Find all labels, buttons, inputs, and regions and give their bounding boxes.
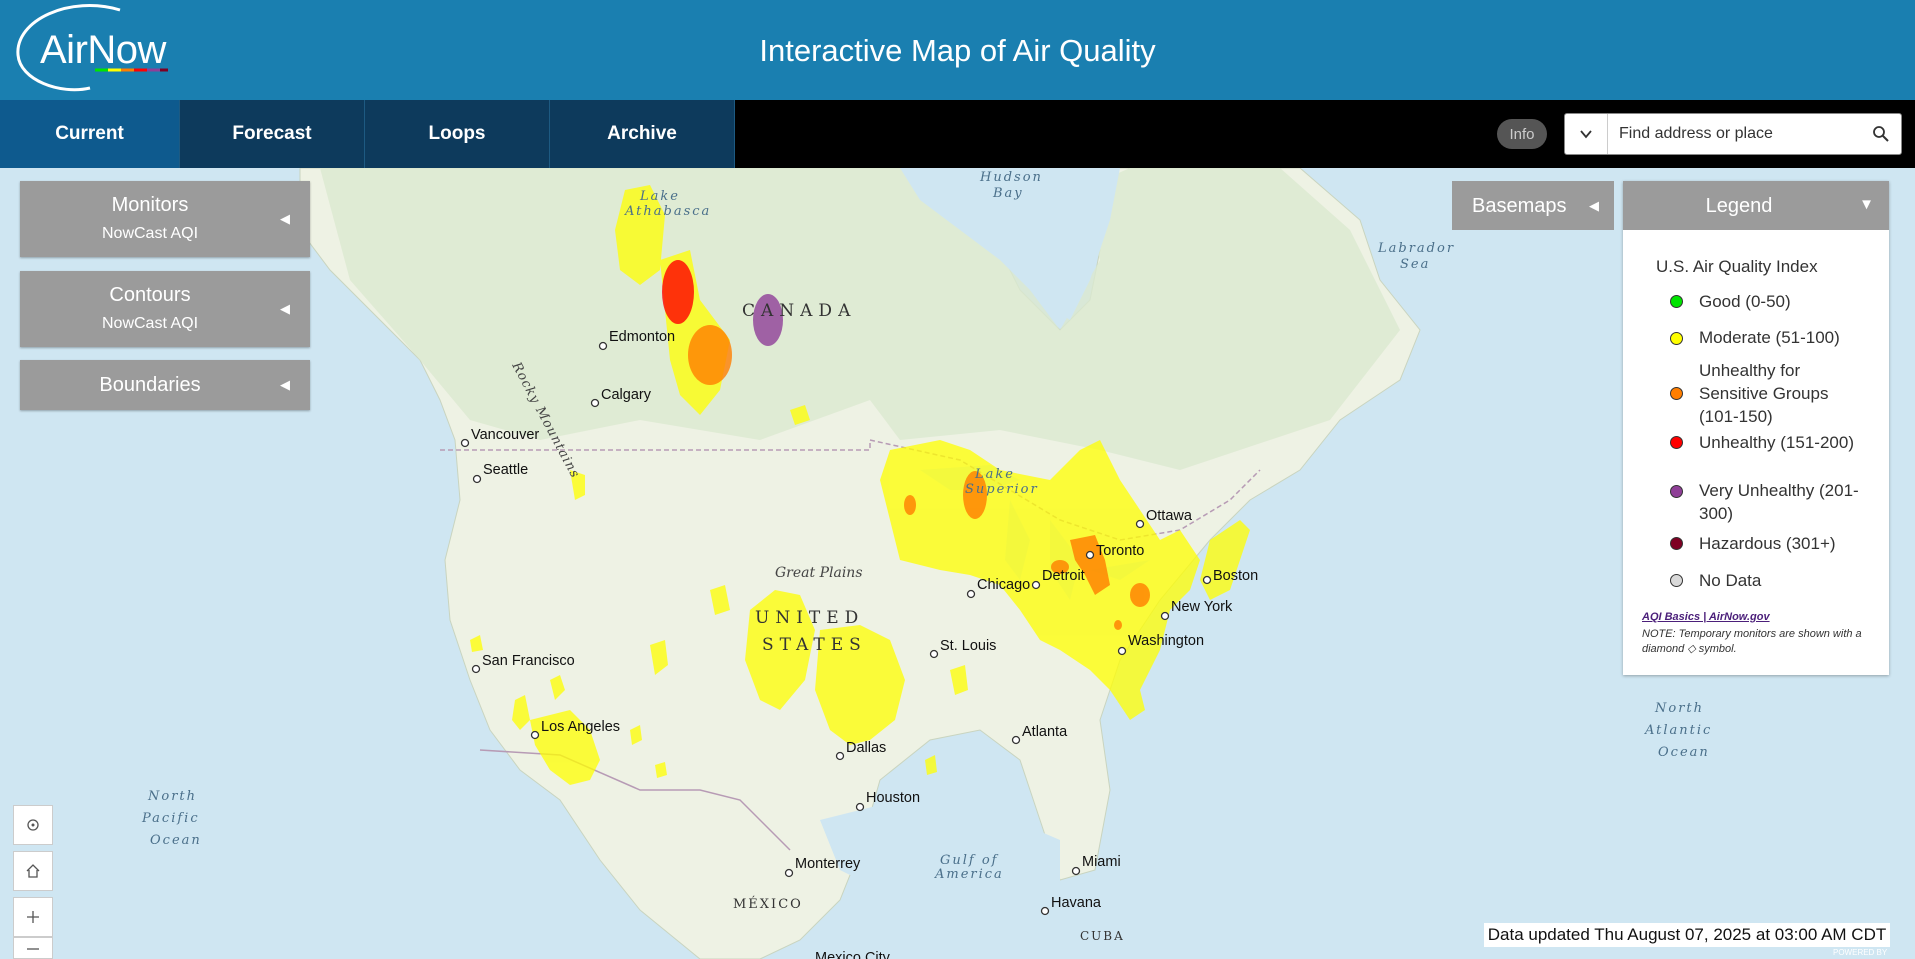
boundaries-title: Boundaries [99, 374, 201, 396]
city-mexico-city[interactable]: Mexico City [815, 950, 891, 959]
hudson-bay-label: Hudson [979, 170, 1043, 185]
us-label-1: UNITED [755, 608, 864, 628]
collapse-down-icon: ▼ [1859, 196, 1874, 213]
lake-athabasca-label-2: Athabasca [624, 204, 711, 219]
svg-text:Detroit: Detroit [1042, 568, 1085, 584]
svg-text:Dallas: Dallas [846, 740, 886, 756]
legend-dot-icon [1670, 387, 1683, 400]
zoom-out-button[interactable] [13, 937, 53, 959]
legend-dot-icon [1670, 436, 1683, 449]
collapse-arrow-icon: ◀ [280, 211, 290, 226]
minus-icon [27, 948, 39, 950]
legend-panel: Legend ▼ U.S. Air Quality Index Good (0-… [1623, 181, 1889, 675]
collapse-arrow-icon: ◀ [280, 301, 290, 316]
tab-forecast[interactable]: Forecast [180, 100, 365, 168]
monitors-panel-button[interactable]: Monitors NowCast AQI ◀ [20, 181, 310, 257]
lake-superior-label-2: Superior [965, 482, 1039, 497]
data-updated-status: Data updated Thu August 07, 2025 at 03:0… [1484, 923, 1890, 947]
svg-text:Vancouver: Vancouver [471, 427, 539, 443]
great-plains-label: Great Plains [775, 565, 863, 581]
cuba-label: CUBA [1080, 929, 1125, 943]
gulf-label-2: America [934, 867, 1004, 882]
svg-text:Ottawa: Ottawa [1146, 508, 1193, 524]
labrador-sea-label: Labrador [1377, 241, 1455, 256]
canada-label: CANADA [742, 301, 856, 321]
svg-text:Seattle: Seattle [483, 462, 528, 478]
page-title: Interactive Map of Air Quality [759, 33, 1156, 68]
legend-dot-icon [1670, 332, 1683, 345]
city-toronto[interactable]: Toronto [1085, 543, 1145, 560]
svg-text:Boston: Boston [1213, 568, 1258, 584]
svg-text:Mexico City: Mexico City [815, 950, 891, 959]
svg-text:Havana: Havana [1051, 895, 1102, 911]
legend-dot-icon [1670, 485, 1683, 498]
basemaps-button[interactable]: Basemaps ◀ [1452, 181, 1614, 230]
aqi-unhealthy-areas [662, 260, 694, 324]
svg-text:New York: New York [1171, 599, 1233, 615]
lake-superior-label: Lake [974, 467, 1015, 482]
svg-text:Toronto: Toronto [1096, 543, 1144, 559]
search-input[interactable] [1619, 114, 1859, 154]
lake-athabasca-label: Lake [639, 189, 680, 204]
monitors-title: Monitors [111, 194, 189, 216]
home-button[interactable] [13, 851, 53, 891]
north-pacific-label: North [147, 789, 197, 804]
plus-icon [27, 911, 39, 923]
contours-subtitle: NowCast AQI [101, 315, 199, 332]
svg-text:Houston: Houston [866, 790, 920, 806]
contours-panel-button[interactable]: Contours NowCast AQI ◀ [20, 271, 310, 347]
tab-current[interactable]: Current [0, 100, 180, 168]
powered-by-label: POWERED BY [1833, 948, 1888, 957]
north-atlantic-label-2: Atlantic [1644, 723, 1712, 738]
app-header: AirNow Interactive Map of Air Quality [0, 0, 1915, 100]
labrador-sea-label-2: Sea [1400, 257, 1430, 272]
chevron-down-icon [1580, 130, 1592, 139]
hudson-bay-label-2: Bay [992, 186, 1024, 201]
legend-dot-icon [1670, 295, 1683, 308]
north-atlantic-label-3: Ocean [1658, 745, 1710, 760]
search-source-dropdown[interactable] [1565, 114, 1608, 154]
legend-dot-icon [1670, 537, 1683, 550]
legend-dot-icon [1670, 574, 1683, 587]
svg-text:Chicago: Chicago [977, 577, 1030, 593]
mexico-label: MÉXICO [733, 896, 803, 912]
info-button[interactable]: Info [1497, 119, 1547, 149]
aqi-basics-link[interactable]: AQI Basics | AirNow.gov [1642, 611, 1770, 623]
svg-text:Los Angeles: Los Angeles [541, 719, 620, 735]
search-box [1564, 113, 1902, 155]
svg-text:Monterrey: Monterrey [795, 856, 861, 872]
search-icon[interactable] [1871, 124, 1891, 144]
monitors-subtitle: NowCast AQI [101, 225, 199, 242]
svg-text:Edmonton: Edmonton [609, 329, 675, 345]
svg-text:Miami: Miami [1082, 854, 1121, 870]
home-icon [26, 864, 40, 878]
contours-title: Contours [109, 284, 191, 306]
north-pacific-label-2: Pacific [141, 811, 200, 826]
svg-text:St. Louis: St. Louis [940, 638, 996, 654]
gulf-label: Gulf of [940, 853, 999, 868]
north-atlantic-label: North [1654, 701, 1704, 716]
svg-text:Washington: Washington [1128, 633, 1204, 649]
north-pacific-label-3: Ocean [150, 833, 202, 848]
tab-archive[interactable]: Archive [550, 100, 735, 168]
legend-title: U.S. Air Quality Index [1656, 257, 1818, 276]
boundaries-panel-button[interactable]: Boundaries ◀ [20, 360, 310, 410]
collapse-arrow-icon: ◀ [1589, 198, 1599, 213]
legend-header-label: Legend [1705, 195, 1773, 217]
svg-text:San Francisco: San Francisco [482, 653, 575, 669]
us-label-2: STATES [762, 635, 867, 655]
collapse-arrow-icon: ◀ [280, 377, 290, 392]
zoom-in-button[interactable] [13, 897, 53, 937]
svg-text:Calgary: Calgary [601, 387, 652, 403]
locate-icon [27, 819, 39, 831]
basemaps-label: Basemaps [1472, 195, 1567, 217]
legend-note: NOTE: Temporary monitors are shown with … [1642, 628, 1862, 655]
locate-button[interactable] [13, 805, 53, 845]
legend-header[interactable]: Legend ▼ [1623, 181, 1889, 230]
tab-loops[interactable]: Loops [365, 100, 550, 168]
svg-text:Atlanta: Atlanta [1022, 724, 1068, 740]
